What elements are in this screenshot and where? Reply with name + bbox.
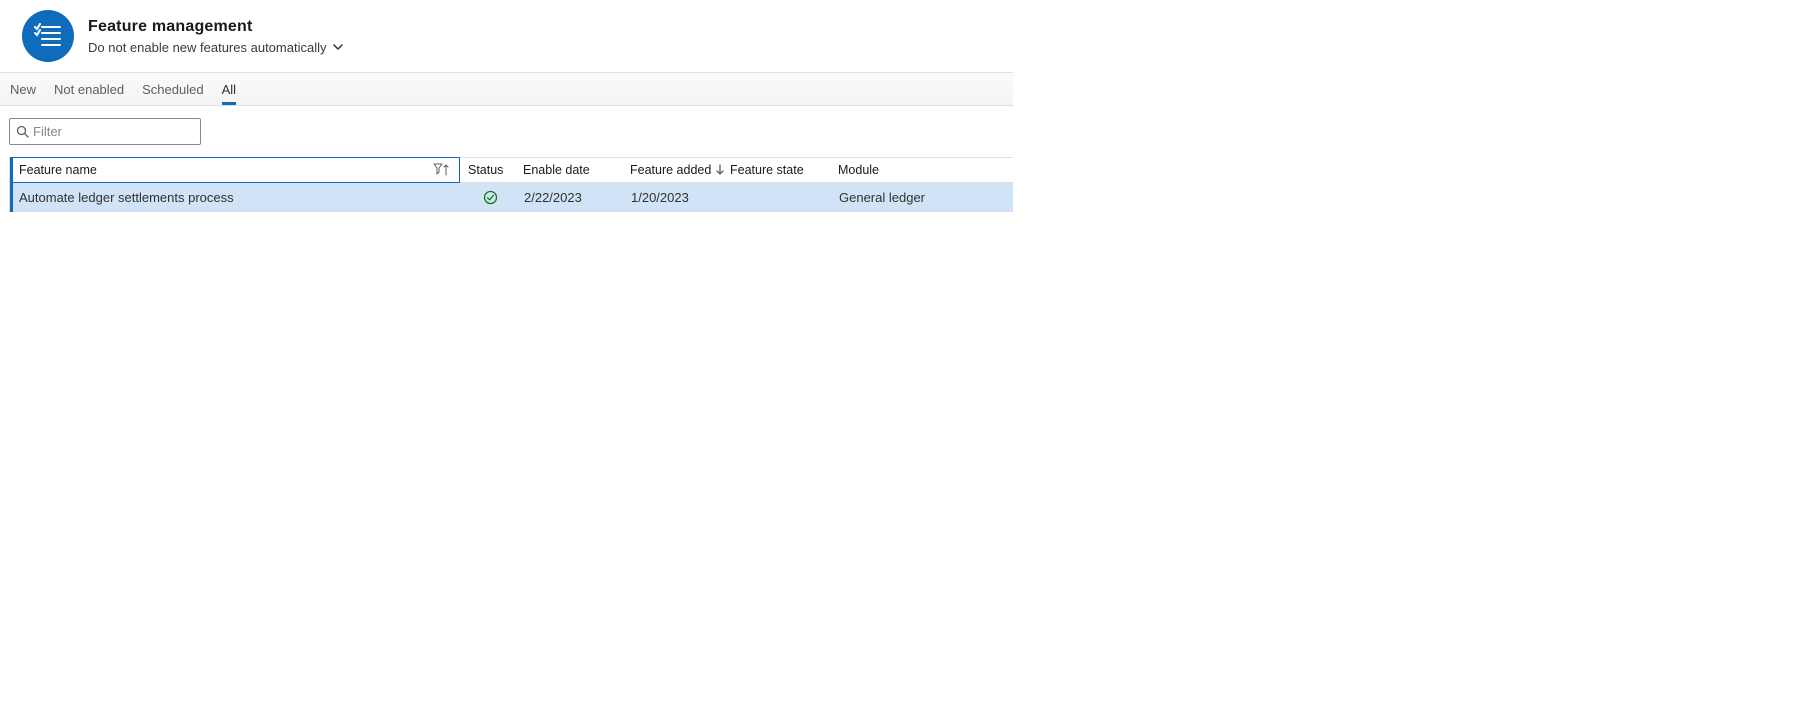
grid-header-row: Feature name Status Enable date Feature … [10, 158, 1013, 183]
col-header-label: Feature added [630, 163, 711, 177]
feature-management-icon [22, 10, 74, 62]
status-enabled-icon [483, 190, 498, 205]
tab-not-enabled[interactable]: Not enabled [54, 73, 124, 105]
col-header-label: Enable date [523, 163, 590, 177]
tab-all[interactable]: All [222, 73, 236, 105]
cell-feature-state [725, 183, 833, 212]
feature-grid: Feature name Status Enable date Feature … [9, 157, 1013, 212]
filter-input-wrap[interactable] [9, 118, 201, 145]
cell-feature-name: Automate ledger settlements process [13, 183, 463, 212]
col-header-label: Feature state [730, 163, 804, 177]
grid-row[interactable]: Automate ledger settlements process 2/22… [10, 183, 1013, 212]
col-header-module[interactable]: Module [830, 158, 1010, 182]
filter-input[interactable] [33, 124, 209, 139]
col-header-enable-date[interactable]: Enable date [515, 158, 622, 182]
col-header-label: Feature name [19, 163, 97, 177]
col-header-feature-state[interactable]: Feature state [722, 158, 830, 182]
cell-enable-date: 2/22/2023 [518, 183, 625, 212]
tab-new[interactable]: New [10, 73, 36, 105]
column-filter-sort-icon[interactable] [433, 163, 451, 177]
cell-module: General ledger [833, 183, 1013, 212]
search-icon [16, 125, 29, 138]
auto-enable-label: Do not enable new features automatically [88, 40, 326, 55]
tab-scheduled[interactable]: Scheduled [142, 73, 203, 105]
col-header-label: Module [838, 163, 879, 177]
page-title: Feature management [88, 18, 344, 36]
col-header-status[interactable]: Status [460, 158, 515, 182]
chevron-down-icon [332, 41, 344, 53]
col-header-feature-name[interactable]: Feature name [10, 157, 460, 183]
col-header-feature-added[interactable]: Feature added [622, 158, 722, 182]
cell-feature-added: 1/20/2023 [625, 183, 725, 212]
page-header: Feature management Do not enable new fea… [0, 0, 1013, 72]
filter-bar [0, 106, 1013, 157]
tab-bar: New Not enabled Scheduled All [0, 72, 1013, 106]
col-header-label: Status [468, 163, 503, 177]
auto-enable-dropdown[interactable]: Do not enable new features automatically [88, 40, 344, 55]
cell-status [463, 183, 518, 212]
